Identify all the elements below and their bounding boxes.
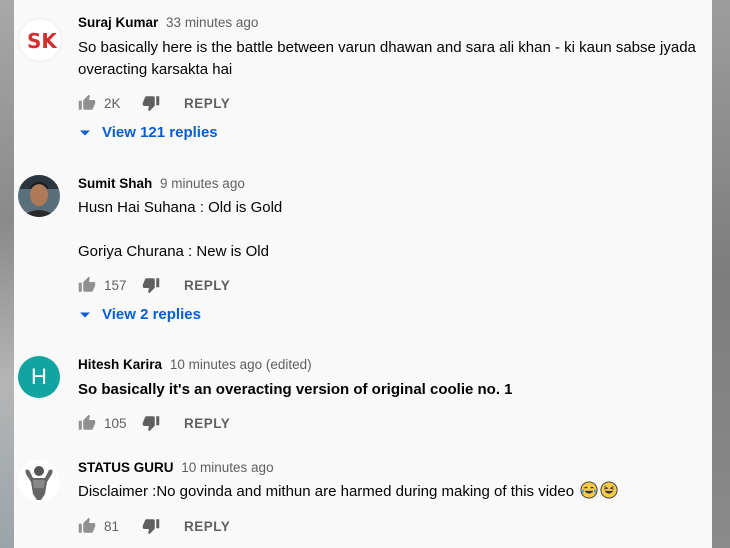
thumbs-up-icon[interactable] <box>78 414 96 432</box>
thumbs-down-icon[interactable] <box>142 276 160 294</box>
comment-time[interactable]: 10 minutes ago <box>181 460 273 475</box>
reply-button[interactable]: REPLY <box>184 519 230 534</box>
comment-header: STATUS GURU 10 minutes ago <box>78 460 274 475</box>
comment-header: Hitesh Karira 10 minutes ago (edited) <box>78 357 312 372</box>
tears-of-joy-emoji-icon <box>580 481 598 499</box>
thumbs-up-icon[interactable] <box>78 276 96 294</box>
comment-actions: 157 REPLY <box>78 273 230 297</box>
comment-time[interactable]: 33 minutes ago <box>166 15 258 30</box>
reply-button[interactable]: REPLY <box>184 96 230 111</box>
comment-header: Suraj Kumar 33 minutes ago <box>78 15 258 30</box>
author-name[interactable]: Sumit Shah <box>78 176 152 191</box>
chevron-down-icon <box>80 130 90 135</box>
avatar[interactable]: SK <box>18 18 62 62</box>
comment-text: Husn Hai Suhana : Old is Gold Goriya Chu… <box>78 199 283 260</box>
chevron-down-icon <box>80 312 90 317</box>
bodybuilder-icon <box>18 460 60 502</box>
view-replies-button[interactable]: View 2 replies <box>78 306 201 323</box>
author-name[interactable]: Hitesh Karira <box>78 357 162 372</box>
user-photo-icon <box>18 175 60 217</box>
like-count: 81 <box>104 518 120 534</box>
comment-time[interactable]: 10 minutes ago (edited) <box>170 357 312 372</box>
thumbs-up-icon[interactable] <box>78 94 96 112</box>
comment-time[interactable]: 9 minutes ago <box>160 176 245 191</box>
view-replies-label: View 2 replies <box>102 306 201 323</box>
sk-logo-icon: SK <box>27 29 58 53</box>
thumbs-down-icon[interactable] <box>142 517 160 535</box>
view-replies-label: View 121 replies <box>102 124 218 141</box>
avatar-letter: H <box>31 364 47 389</box>
view-replies-button[interactable]: View 121 replies <box>78 124 218 141</box>
comment-text-content: Disclaimer :No govinda and mithun are ha… <box>78 483 575 500</box>
comment-text: So basically here is the battle between … <box>78 39 696 78</box>
comment-actions: 81 REPLY <box>78 514 230 538</box>
comment-actions: 105 REPLY <box>78 411 230 435</box>
reply-button[interactable]: REPLY <box>184 278 230 293</box>
background-left-edge <box>0 0 14 548</box>
author-name[interactable]: Suraj Kumar <box>78 15 158 30</box>
author-name[interactable]: STATUS GURU <box>78 460 174 475</box>
svg-text:SK: SK <box>27 29 58 53</box>
comment-actions: 2K REPLY <box>78 91 230 115</box>
reply-button[interactable]: REPLY <box>184 416 230 431</box>
thumbs-up-icon[interactable] <box>78 517 96 535</box>
thumbs-down-icon[interactable] <box>142 414 160 432</box>
background-right-edge <box>712 0 730 548</box>
avatar[interactable] <box>18 460 60 502</box>
comment-text: Disclaimer :No govinda and mithun are ha… <box>78 481 698 503</box>
comment-text: So basically it's an overacting version … <box>78 381 513 398</box>
thumbs-down-icon[interactable] <box>142 94 160 112</box>
comment-header: Sumit Shah 9 minutes ago <box>78 176 245 191</box>
like-count: 157 <box>104 277 127 293</box>
comments-panel: SK Suraj Kumar 33 minutes ago So basical… <box>14 0 712 548</box>
avatar[interactable] <box>18 175 60 217</box>
like-count: 2K <box>104 95 121 111</box>
like-count: 105 <box>104 415 127 431</box>
avatar[interactable]: H <box>18 356 60 398</box>
laughing-emoji-icon <box>600 481 618 499</box>
